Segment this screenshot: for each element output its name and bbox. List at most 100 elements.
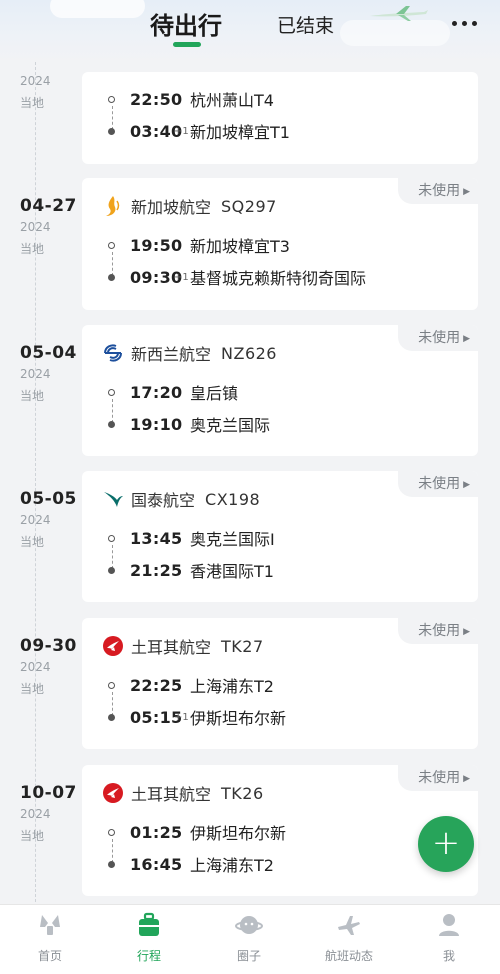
departure-time: 19:50	[130, 235, 183, 255]
arrival-dot-icon	[108, 566, 115, 574]
departure-row: 13:45 奥克兰国际I	[108, 527, 275, 549]
departure-time: 22:50	[130, 89, 183, 109]
trip-card[interactable]: 未使用 ▶ 新加坡航空 SQ297 19:50 新加坡樟宜T3 09:30 +1 …	[82, 178, 478, 310]
tab-upcoming[interactable]: 待出行	[150, 6, 222, 41]
nav-circle[interactable]: 圈子	[209, 911, 289, 964]
arrival-time: 09:30	[130, 267, 183, 287]
departure-dot-icon	[108, 534, 115, 542]
airline-name: 国泰航空	[131, 491, 196, 510]
day-offset: +1	[174, 125, 189, 137]
departure-time: 13:45	[130, 528, 183, 548]
trip-date: 2024 当地	[20, 74, 78, 111]
arrival-airport: 基督城克赖斯特彻奇国际	[190, 269, 367, 288]
status-badge[interactable]: 未使用 ▶	[398, 471, 478, 497]
airline-row: 土耳其航空 TK27	[102, 634, 264, 658]
arrival-dot-icon	[108, 273, 115, 281]
trip-card[interactable]: 22:50 杭州萧山T4 03:40 +1 新加坡樟宜T1	[82, 72, 478, 164]
status-badge[interactable]: 未使用 ▶	[398, 765, 478, 791]
arrival-airport: 香港国际T1	[190, 562, 274, 581]
trip-card[interactable]: 未使用 ▶ 土耳其航空 TK27 22:25 上海浦东T2 05:15 +1 伊斯…	[82, 618, 478, 749]
nav-me-label: 我	[442, 949, 455, 963]
chevron-right-icon: ▶	[463, 187, 470, 197]
trip-date: 05-04 2024 当地	[20, 343, 78, 404]
nav-home[interactable]: 首页	[10, 911, 90, 964]
arrival-row: 09:30 +1 基督城克赖斯特彻奇国际	[108, 266, 366, 288]
flight-number: SQ297	[221, 196, 277, 216]
airline-row: 国泰航空 CX198	[102, 487, 260, 511]
airline-row: 新西兰航空 NZ626	[102, 341, 277, 365]
arrival-airport: 新加坡樟宜T1	[190, 123, 290, 142]
arrival-time: 16:45	[130, 854, 183, 874]
trip-card[interactable]: 未使用 ▶ 土耳其航空 TK26 01:25 伊斯坦布尔新 16:45 上海浦东T…	[82, 765, 478, 896]
more-icon[interactable]	[452, 14, 480, 30]
flight-number: TK26	[221, 783, 264, 803]
departure-dot-icon	[108, 681, 115, 689]
nav-flight-status-label: 航班动态	[324, 949, 373, 963]
arrival-row: 16:45 上海浦东T2	[108, 853, 274, 875]
airline-row: 土耳其航空 TK26	[102, 781, 264, 805]
trip-local-label: 当地	[20, 242, 45, 256]
airline-row: 新加坡航空 SQ297	[102, 194, 277, 218]
tab-finished[interactable]: 已结束	[277, 11, 334, 38]
nav-circle-label: 圈子	[236, 949, 261, 963]
trip-local-label: 当地	[20, 829, 45, 843]
header: 待出行 已结束	[0, 0, 500, 62]
arrival-dot-icon	[108, 713, 115, 721]
singapore-airlines-logo-icon	[102, 195, 124, 217]
departure-row: 19:50 新加坡樟宜T3	[108, 234, 290, 256]
trip-year: 2024	[20, 513, 51, 527]
status-badge[interactable]: 未使用 ▶	[398, 618, 478, 644]
flight-number: CX198	[205, 489, 261, 509]
airline-name: 新西兰航空	[131, 345, 212, 364]
day-offset: +1	[174, 711, 189, 723]
departure-time: 01:25	[130, 822, 183, 842]
departure-airport: 皇后镇	[190, 384, 239, 403]
arrival-dot-icon	[108, 127, 115, 135]
add-trip-button[interactable]: +	[418, 816, 474, 872]
arrival-row: 19:10 奥克兰国际	[108, 413, 270, 435]
arrival-airport: 上海浦东T2	[190, 856, 274, 875]
trip-year: 2024	[20, 74, 51, 88]
arrival-airport: 伊斯坦布尔新	[190, 709, 287, 728]
departure-airport: 奥克兰国际I	[190, 530, 275, 549]
trip-local-label: 当地	[20, 389, 45, 403]
departure-airport: 上海浦东T2	[190, 677, 274, 696]
arrival-dot-icon	[108, 860, 115, 868]
trip-month-day: 04-27	[20, 196, 77, 216]
status-label: 未使用	[418, 330, 461, 346]
trip-card[interactable]: 未使用 ▶ 新西兰航空 NZ626 17:20 皇后镇 19:10 奥克兰国际	[82, 325, 478, 456]
nav-trips[interactable]: 行程	[109, 911, 189, 964]
arrival-time: 21:25	[130, 560, 183, 580]
turkish-airlines-logo-icon	[102, 782, 124, 804]
status-label: 未使用	[418, 623, 461, 639]
arrival-dot-icon	[108, 420, 115, 428]
status-badge[interactable]: 未使用 ▶	[398, 325, 478, 351]
nav-flight-status[interactable]: 航班动态	[309, 911, 389, 964]
airplane-icon	[338, 916, 360, 935]
departure-airport: 新加坡樟宜T3	[190, 237, 290, 256]
trip-card[interactable]: 未使用 ▶ 国泰航空 CX198 13:45 奥克兰国际I 21:25 香港国际T…	[82, 471, 478, 602]
home-icon	[40, 915, 60, 935]
trip-month-day: 09-30	[20, 636, 77, 656]
departure-dot-icon	[108, 241, 115, 249]
nav-home-label: 首页	[37, 949, 62, 963]
airline-name: 土耳其航空	[131, 785, 212, 804]
departure-row: 22:50 杭州萧山T4	[108, 88, 274, 110]
flight-number: NZ626	[221, 343, 277, 363]
air-new-zealand-logo-icon	[102, 342, 124, 364]
airline-name: 新加坡航空	[131, 198, 212, 217]
trip-month-day: 05-05	[20, 489, 77, 509]
arrival-row: 03:40 +1 新加坡樟宜T1	[108, 120, 290, 142]
turkish-airlines-logo-icon	[102, 635, 124, 657]
status-badge[interactable]: 未使用 ▶	[398, 178, 478, 204]
nav-me[interactable]: 我	[409, 911, 489, 964]
cathay-pacific-logo-icon	[102, 488, 124, 510]
user-icon	[439, 914, 459, 936]
arrival-airport: 奥克兰国际	[190, 416, 271, 435]
trip-year: 2024	[20, 807, 51, 821]
arrival-row: 05:15 +1 伊斯坦布尔新	[108, 706, 286, 728]
departure-airport: 伊斯坦布尔新	[190, 824, 287, 843]
departure-dot-icon	[108, 388, 115, 396]
arrival-time: 05:15	[130, 707, 183, 727]
departure-time: 17:20	[130, 382, 183, 402]
